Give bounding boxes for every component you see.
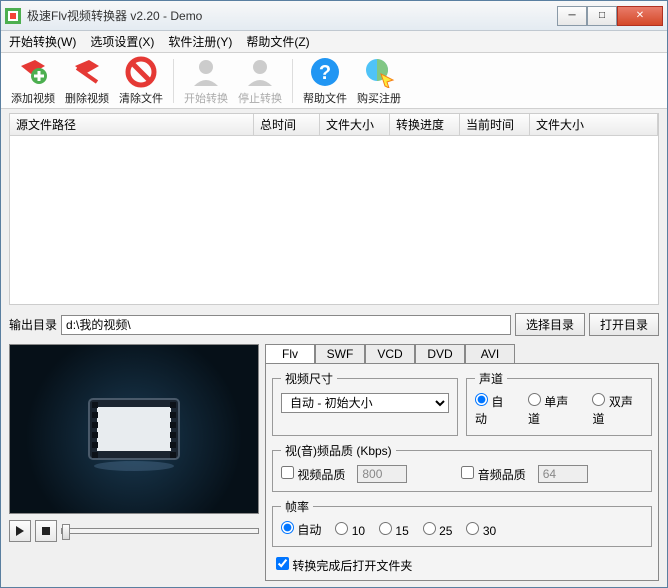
audio-channel-group: 声道 自动 单声道 双声道	[466, 370, 652, 436]
video-size-legend: 视频尺寸	[281, 370, 337, 387]
preview-pane	[9, 344, 259, 581]
toolbtn-label: 清除文件	[119, 90, 163, 106]
menu-options[interactable]: 选项设置(X)	[90, 33, 154, 50]
clear-icon	[125, 56, 157, 88]
play-button[interactable]	[9, 520, 31, 542]
fps-10-radio[interactable]: 10	[335, 522, 365, 538]
audio-mono-radio[interactable]: 单声道	[528, 393, 579, 427]
audio-stereo-radio[interactable]: 双声道	[592, 393, 643, 427]
app-icon	[5, 8, 21, 24]
playback-controls	[9, 520, 259, 542]
toolbar-separator	[173, 59, 174, 103]
help-icon: ?	[309, 56, 341, 88]
menu-help[interactable]: 帮助文件(Z)	[246, 33, 309, 50]
menu-start[interactable]: 开始转换(W)	[9, 33, 76, 50]
tab-vcd[interactable]: VCD	[365, 344, 415, 363]
stop-icon	[41, 526, 51, 536]
toolbtn-label: 停止转换	[238, 90, 282, 106]
begin-convert-button: 开始转换	[180, 56, 232, 106]
toolbtn-label: 帮助文件	[303, 90, 347, 106]
audio-legend: 声道	[475, 370, 507, 387]
filmstrip-icon	[79, 384, 189, 474]
titlebar: 极速Flv视频转换器 v2.20 - Demo ─ □ ✕	[1, 1, 667, 31]
col-cur-time[interactable]: 当前时间	[460, 114, 530, 135]
col-progress[interactable]: 转换进度	[390, 114, 460, 135]
open-dir-button[interactable]: 打开目录	[589, 313, 659, 336]
fps-30-radio[interactable]: 30	[466, 522, 496, 538]
file-list: 源文件路径 总时间 文件大小 转换进度 当前时间 文件大小	[9, 113, 659, 305]
toolbtn-label: 删除视频	[65, 90, 109, 106]
audio-quality-check[interactable]: 音频品质	[461, 466, 525, 483]
add-icon	[17, 56, 49, 88]
output-label: 输出目录	[9, 316, 57, 333]
close-button[interactable]: ✕	[617, 6, 663, 26]
slider-thumb[interactable]	[62, 524, 70, 540]
tab-swf[interactable]: SWF	[315, 344, 365, 363]
delete-icon	[71, 56, 103, 88]
app-window: 极速Flv视频转换器 v2.20 - Demo ─ □ ✕ 开始转换(W) 选项…	[0, 0, 668, 588]
help-button[interactable]: ? 帮助文件	[299, 56, 351, 106]
toolbtn-label: 购买注册	[357, 90, 401, 106]
seek-slider[interactable]	[61, 528, 259, 534]
quality-legend: 视(音)频品质 (Kbps)	[281, 442, 396, 459]
add-video-button[interactable]: 添加视频	[7, 56, 59, 106]
clear-files-button[interactable]: 清除文件	[115, 56, 167, 106]
minimize-button[interactable]: ─	[557, 6, 587, 26]
tab-flv[interactable]: Flv	[265, 344, 315, 363]
fps-15-radio[interactable]: 15	[379, 522, 409, 538]
col-total-time[interactable]: 总时间	[254, 114, 320, 135]
play-icon	[15, 526, 25, 536]
output-path-input[interactable]	[61, 315, 511, 335]
delete-video-button[interactable]: 删除视频	[61, 56, 113, 106]
menubar: 开始转换(W) 选项设置(X) 软件注册(Y) 帮助文件(Z)	[1, 31, 667, 53]
buy-button[interactable]: 购买注册	[353, 56, 405, 106]
col-file-size[interactable]: 文件大小	[320, 114, 390, 135]
fps-25-radio[interactable]: 25	[423, 522, 453, 538]
output-row: 输出目录 选择目录 打开目录	[1, 309, 667, 340]
video-size-group: 视频尺寸 自动 - 初始大小	[272, 370, 458, 436]
tab-avi[interactable]: AVI	[465, 344, 515, 363]
fps-auto-radio[interactable]: 自动	[281, 521, 321, 538]
col-source[interactable]: 源文件路径	[10, 114, 254, 135]
col-out-size[interactable]: 文件大小	[530, 114, 658, 135]
video-size-select[interactable]: 自动 - 初始大小	[281, 393, 449, 413]
stop-convert-button: 停止转换	[234, 56, 286, 106]
video-quality-check[interactable]: 视频品质	[281, 466, 345, 483]
audio-quality-input[interactable]	[538, 465, 588, 483]
settings-panel: 视频尺寸 自动 - 初始大小 声道 自动 单声道 双声道	[265, 363, 659, 581]
open-after-check[interactable]: 转换完成后打开文件夹	[276, 557, 412, 574]
fps-legend: 帧率	[281, 498, 313, 515]
globe-cursor-icon	[363, 56, 395, 88]
settings-pane: Flv SWF VCD DVD AVI 视频尺寸 自动 - 初始大小 声道	[265, 344, 659, 581]
fps-group: 帧率 自动 10 15 25 30	[272, 498, 652, 547]
preview-area	[9, 344, 259, 514]
window-title: 极速Flv视频转换器 v2.20 - Demo	[27, 7, 557, 24]
lower-pane: Flv SWF VCD DVD AVI 视频尺寸 自动 - 初始大小 声道	[1, 340, 667, 587]
format-tabs: Flv SWF VCD DVD AVI	[265, 344, 659, 363]
list-body[interactable]	[10, 136, 658, 304]
toolbtn-label: 添加视频	[11, 90, 55, 106]
quality-group: 视(音)频品质 (Kbps) 视频品质 音频品质	[272, 442, 652, 492]
stop-button[interactable]	[35, 520, 57, 542]
tab-dvd[interactable]: DVD	[415, 344, 465, 363]
menu-register[interactable]: 软件注册(Y)	[168, 33, 232, 50]
toolbtn-label: 开始转换	[184, 90, 228, 106]
person-icon	[190, 56, 222, 88]
maximize-button[interactable]: □	[587, 6, 617, 26]
list-header: 源文件路径 总时间 文件大小 转换进度 当前时间 文件大小	[10, 114, 658, 136]
svg-text:?: ?	[319, 62, 331, 84]
toolbar-separator	[292, 59, 293, 103]
audio-auto-radio[interactable]: 自动	[475, 393, 514, 427]
toolbar: 添加视频 删除视频 清除文件 开始转换 停止转换 ? 帮助文件 购买注册	[1, 53, 667, 109]
person-icon	[244, 56, 276, 88]
video-quality-input[interactable]	[357, 465, 407, 483]
browse-button[interactable]: 选择目录	[515, 313, 585, 336]
